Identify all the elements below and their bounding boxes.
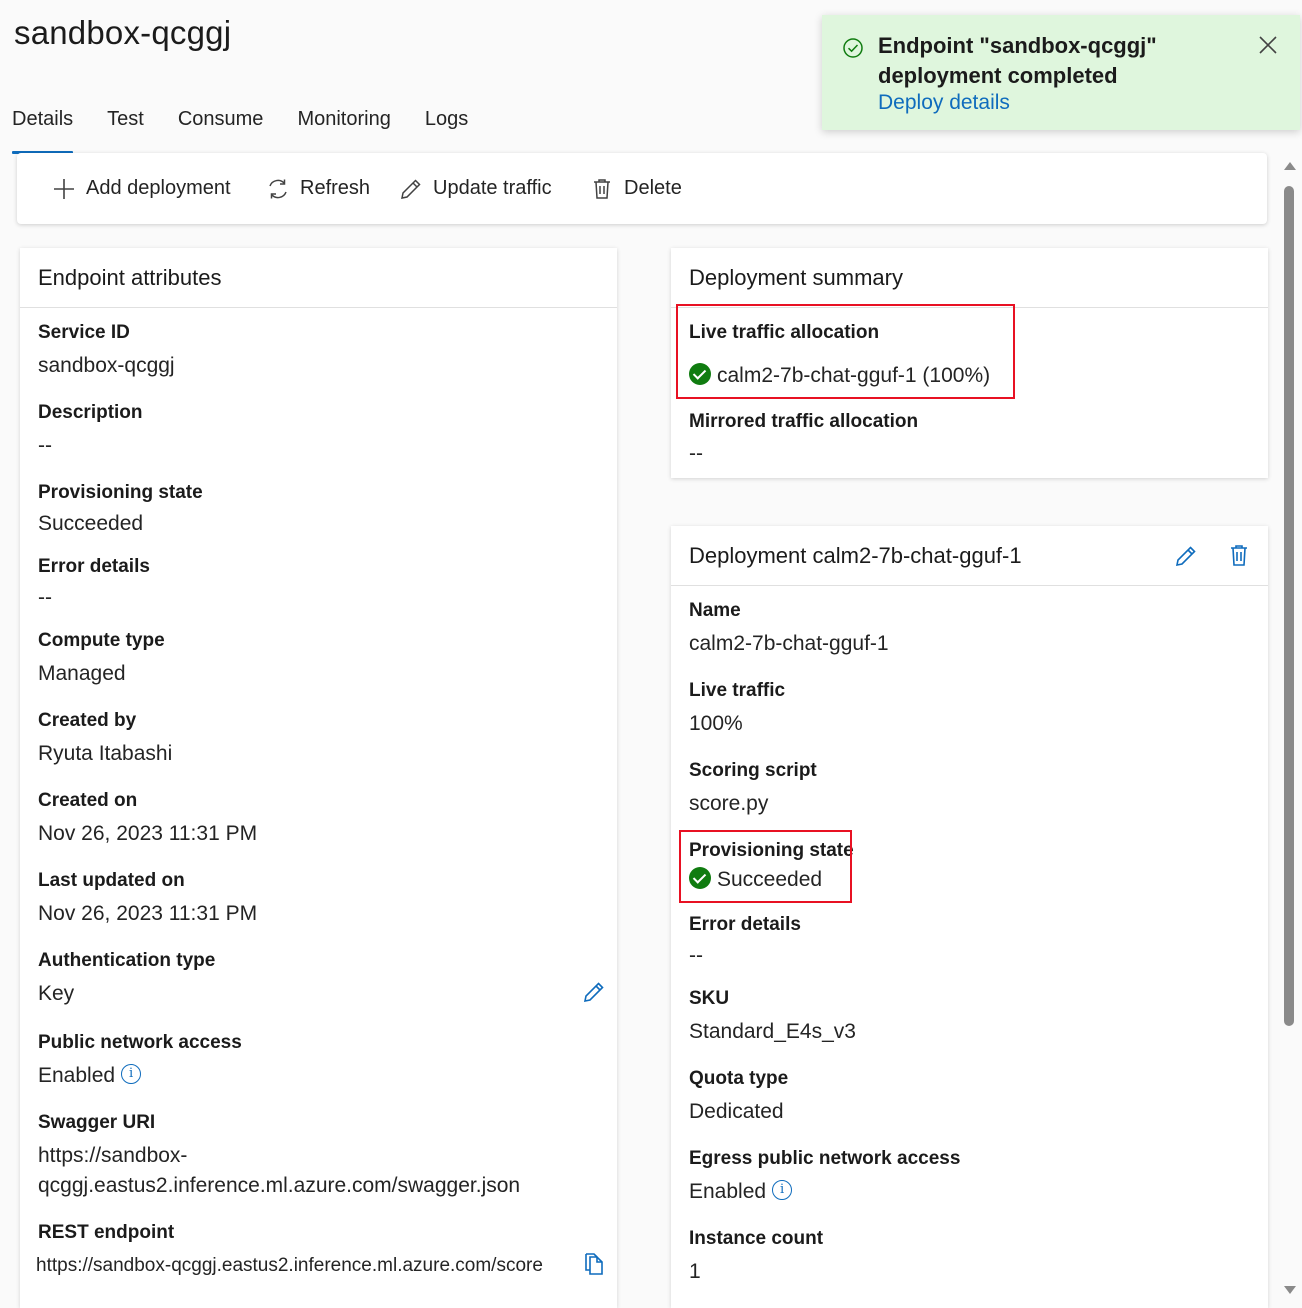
toast-message: Endpoint "sandbox-qcggj" deployment comp… [878,33,1157,88]
close-icon[interactable] [1256,33,1280,57]
instance-count-label: Instance count [689,1228,824,1249]
egress-row: Enabled i [689,1180,793,1204]
name-value: calm2-7b-chat-gguf-1 [689,632,889,655]
auth-type-label: Authentication type [38,950,216,971]
deployment-error-value: -- [689,944,703,967]
sku-label: SKU [689,988,730,1009]
created-on-label: Created on [38,790,138,811]
description-label: Description [38,402,143,423]
service-id-value: sandbox-qcggj [38,354,175,377]
description-value: -- [38,434,52,457]
instance-count-value: 1 [689,1260,701,1283]
command-bar: Add deployment Refresh Update traffic De… [17,153,1267,224]
created-by-label: Created by [38,710,137,731]
update-traffic-button[interactable]: Update traffic [399,153,552,224]
deployment-error-label: Error details [689,914,801,935]
trash-icon [594,178,610,199]
last-updated-value: Nov 26, 2023 11:31 PM [38,902,258,925]
checkmark-circle-icon [843,38,863,58]
provisioning-state-label: Provisioning state [38,482,203,503]
tab-logs[interactable]: Logs [425,104,468,153]
live-traffic-label: Live traffic [689,680,786,701]
scroll-down-arrow-icon[interactable] [1284,1286,1296,1294]
swagger-uri-label: Swagger URI [38,1112,156,1133]
auth-type-value: Key [38,982,75,1005]
refresh-button[interactable]: Refresh [266,153,370,224]
pencil-icon [401,178,421,199]
scroll-thumb[interactable] [1284,186,1294,1026]
page-title: sandbox-qcggj [14,14,232,51]
scoring-script-label: Scoring script [689,760,817,781]
scoring-script-value: score.py [689,792,769,815]
rest-endpoint-label: REST endpoint [38,1222,175,1243]
endpoint-attributes-card: Endpoint attributes Service ID sandbox-q… [20,248,617,1308]
notification-toast: Endpoint "sandbox-qcggj" deployment comp… [822,15,1300,130]
public-network-row: Enabled i [38,1064,142,1088]
highlight-box [679,830,852,903]
edit-auth-pencil-icon[interactable] [582,980,606,1004]
service-id-label: Service ID [38,322,130,343]
add-deployment-button[interactable]: Add deployment [52,153,231,224]
vertical-scrollbar[interactable] [1282,160,1298,1302]
rest-endpoint-value: https://sandbox-qcggj.eastus2.inference.… [36,1255,543,1276]
public-network-label: Public network access [38,1032,242,1053]
error-details-label: Error details [38,556,150,577]
delete-deployment-trash-icon[interactable] [1227,543,1251,569]
scroll-up-arrow-icon[interactable] [1284,162,1296,170]
tab-monitoring[interactable]: Monitoring [297,104,390,153]
deploy-details-link[interactable]: Deploy details [878,91,1010,115]
delete-button[interactable]: Delete [590,153,682,224]
quota-type-value: Dedicated [689,1100,784,1123]
public-network-value: Enabled [38,1064,116,1087]
compute-type-value: Managed [38,662,126,685]
name-label: Name [689,600,741,621]
plus-icon [54,178,74,199]
created-by-value: Ryuta Itabashi [38,742,173,765]
swagger-uri-line2: qcggj.eastus2.inference.ml.azure.com/swa… [38,1174,521,1197]
info-icon[interactable]: i [121,1064,142,1085]
endpoint-attributes-title: Endpoint attributes [20,248,617,308]
highlight-box [676,304,1015,399]
refresh-label: Refresh [300,177,371,199]
provisioning-state-value: Succeeded [38,512,144,535]
quota-type-label: Quota type [689,1068,789,1089]
mirrored-traffic-label: Mirrored traffic allocation [689,411,919,432]
info-icon[interactable]: i [772,1180,793,1201]
copy-icon[interactable] [583,1251,607,1277]
egress-label: Egress public network access [689,1148,961,1169]
deployment-detail-card: Deployment calm2-7b-chat-gguf-1 Name cal… [671,526,1268,1308]
edit-deployment-pencil-icon[interactable] [1174,544,1198,568]
add-deployment-label: Add deployment [86,177,231,199]
tab-details[interactable]: Details [12,104,74,154]
tab-bar: Details Test Consume Monitoring Logs [12,104,502,154]
tab-test[interactable]: Test [107,104,144,153]
delete-label: Delete [624,177,682,199]
created-on-value: Nov 26, 2023 11:31 PM [38,822,258,845]
egress-value: Enabled [689,1180,767,1203]
swagger-uri-line1: https://sandbox- [38,1144,188,1167]
update-traffic-label: Update traffic [433,177,552,199]
tab-consume[interactable]: Consume [178,104,264,153]
refresh-icon [269,179,287,198]
sku-value: Standard_E4s_v3 [689,1020,856,1043]
live-traffic-value: 100% [689,712,743,735]
mirrored-traffic-value: -- [689,442,703,465]
error-details-value: -- [38,586,52,609]
compute-type-label: Compute type [38,630,165,651]
last-updated-label: Last updated on [38,870,185,891]
deployment-summary-title: Deployment summary [671,248,1268,308]
